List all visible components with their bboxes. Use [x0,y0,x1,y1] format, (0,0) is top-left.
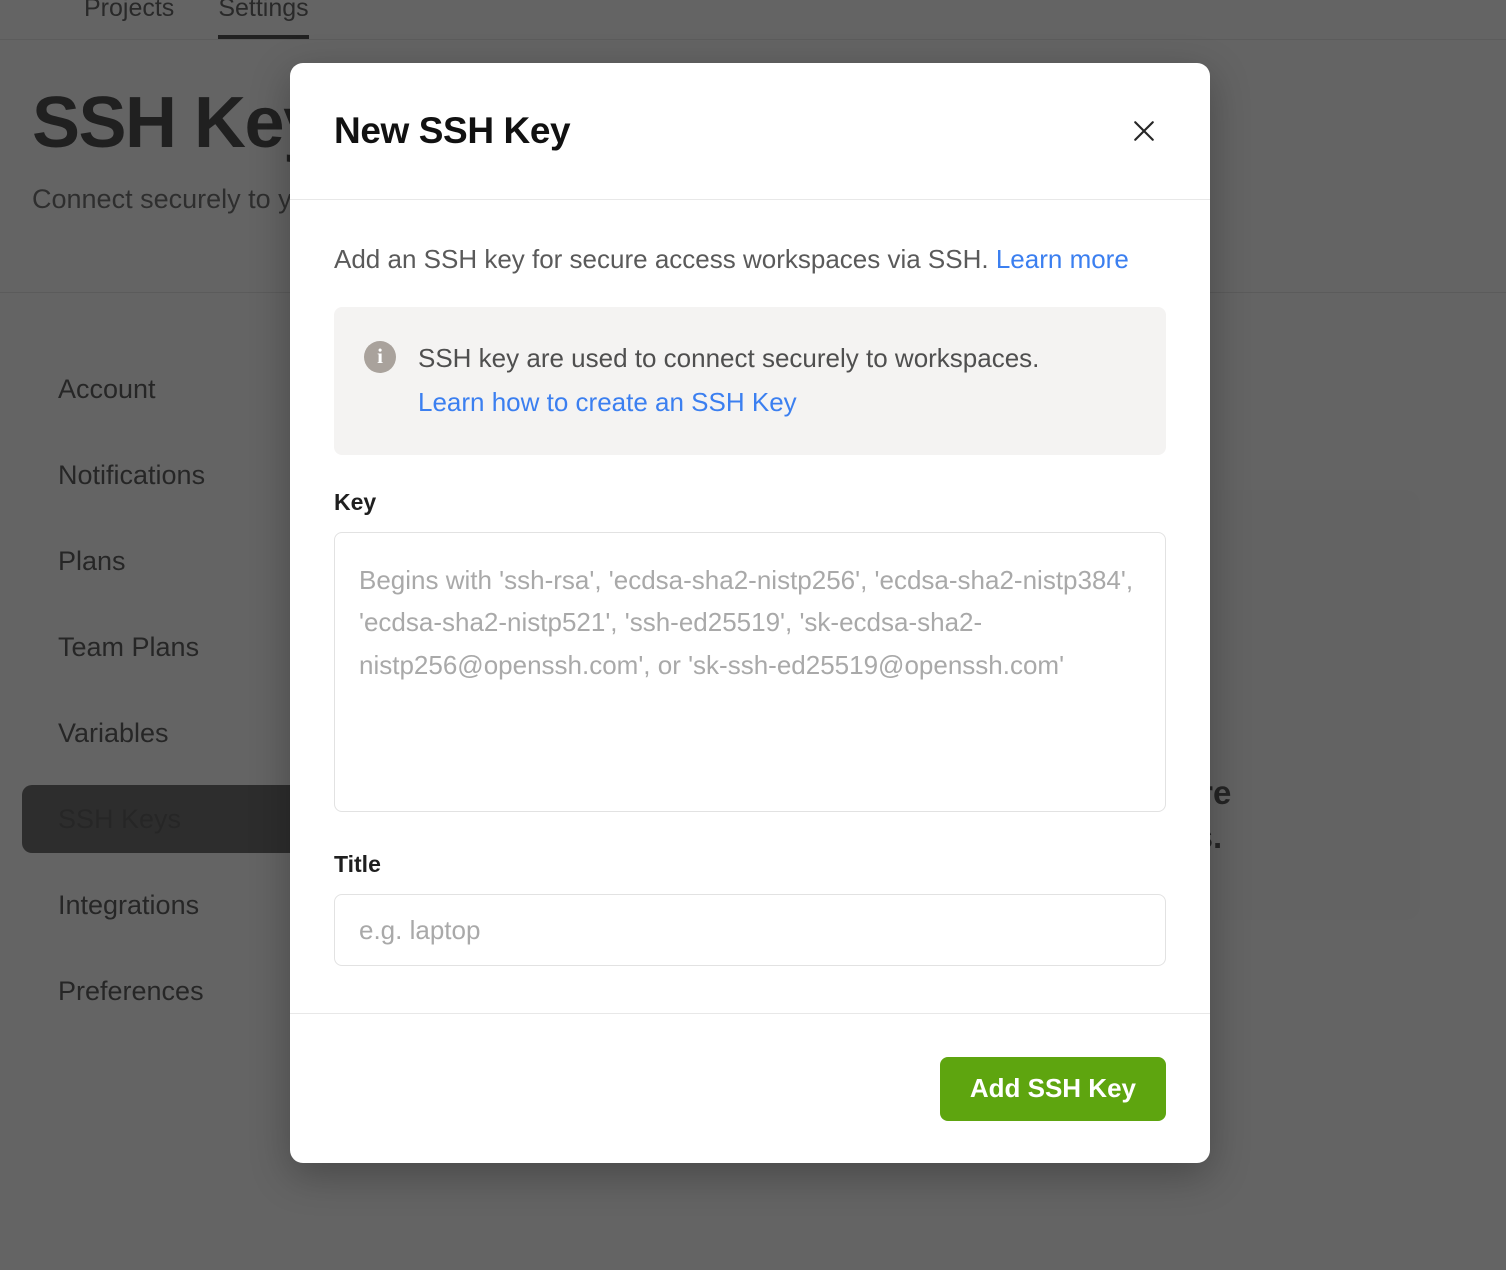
dialog-title: New SSH Key [334,110,571,151]
add-ssh-key-button[interactable]: Add SSH Key [939,1056,1166,1121]
dialog-body: Add an SSH key for secure access workspa… [290,200,1210,1013]
title-field-label: Title [334,851,381,878]
close-button[interactable] [1122,109,1166,153]
new-ssh-key-dialog: New SSH Key Add an SSH key for secure ac… [290,63,1210,1163]
key-field-label: Key [334,489,377,516]
key-input[interactable] [334,532,1166,813]
dialog-header: New SSH Key [290,63,1210,200]
info-callout-body: SSH key are used to connect securely to … [418,337,1039,423]
create-ssh-key-link[interactable]: Learn how to create an SSH Key [418,381,1039,423]
dialog-description: Add an SSH key for secure access workspa… [334,238,1166,281]
info-callout: i SSH key are used to connect securely t… [334,306,1166,456]
title-input[interactable] [334,894,1166,967]
info-callout-text: SSH key are used to connect securely to … [418,342,1040,373]
learn-more-link[interactable]: Learn more [996,244,1129,274]
close-icon [1134,121,1154,141]
dialog-description-text: Add an SSH key for secure access workspa… [334,244,996,274]
info-icon: i [364,340,396,373]
dialog-footer: Add SSH Key [290,1013,1210,1163]
